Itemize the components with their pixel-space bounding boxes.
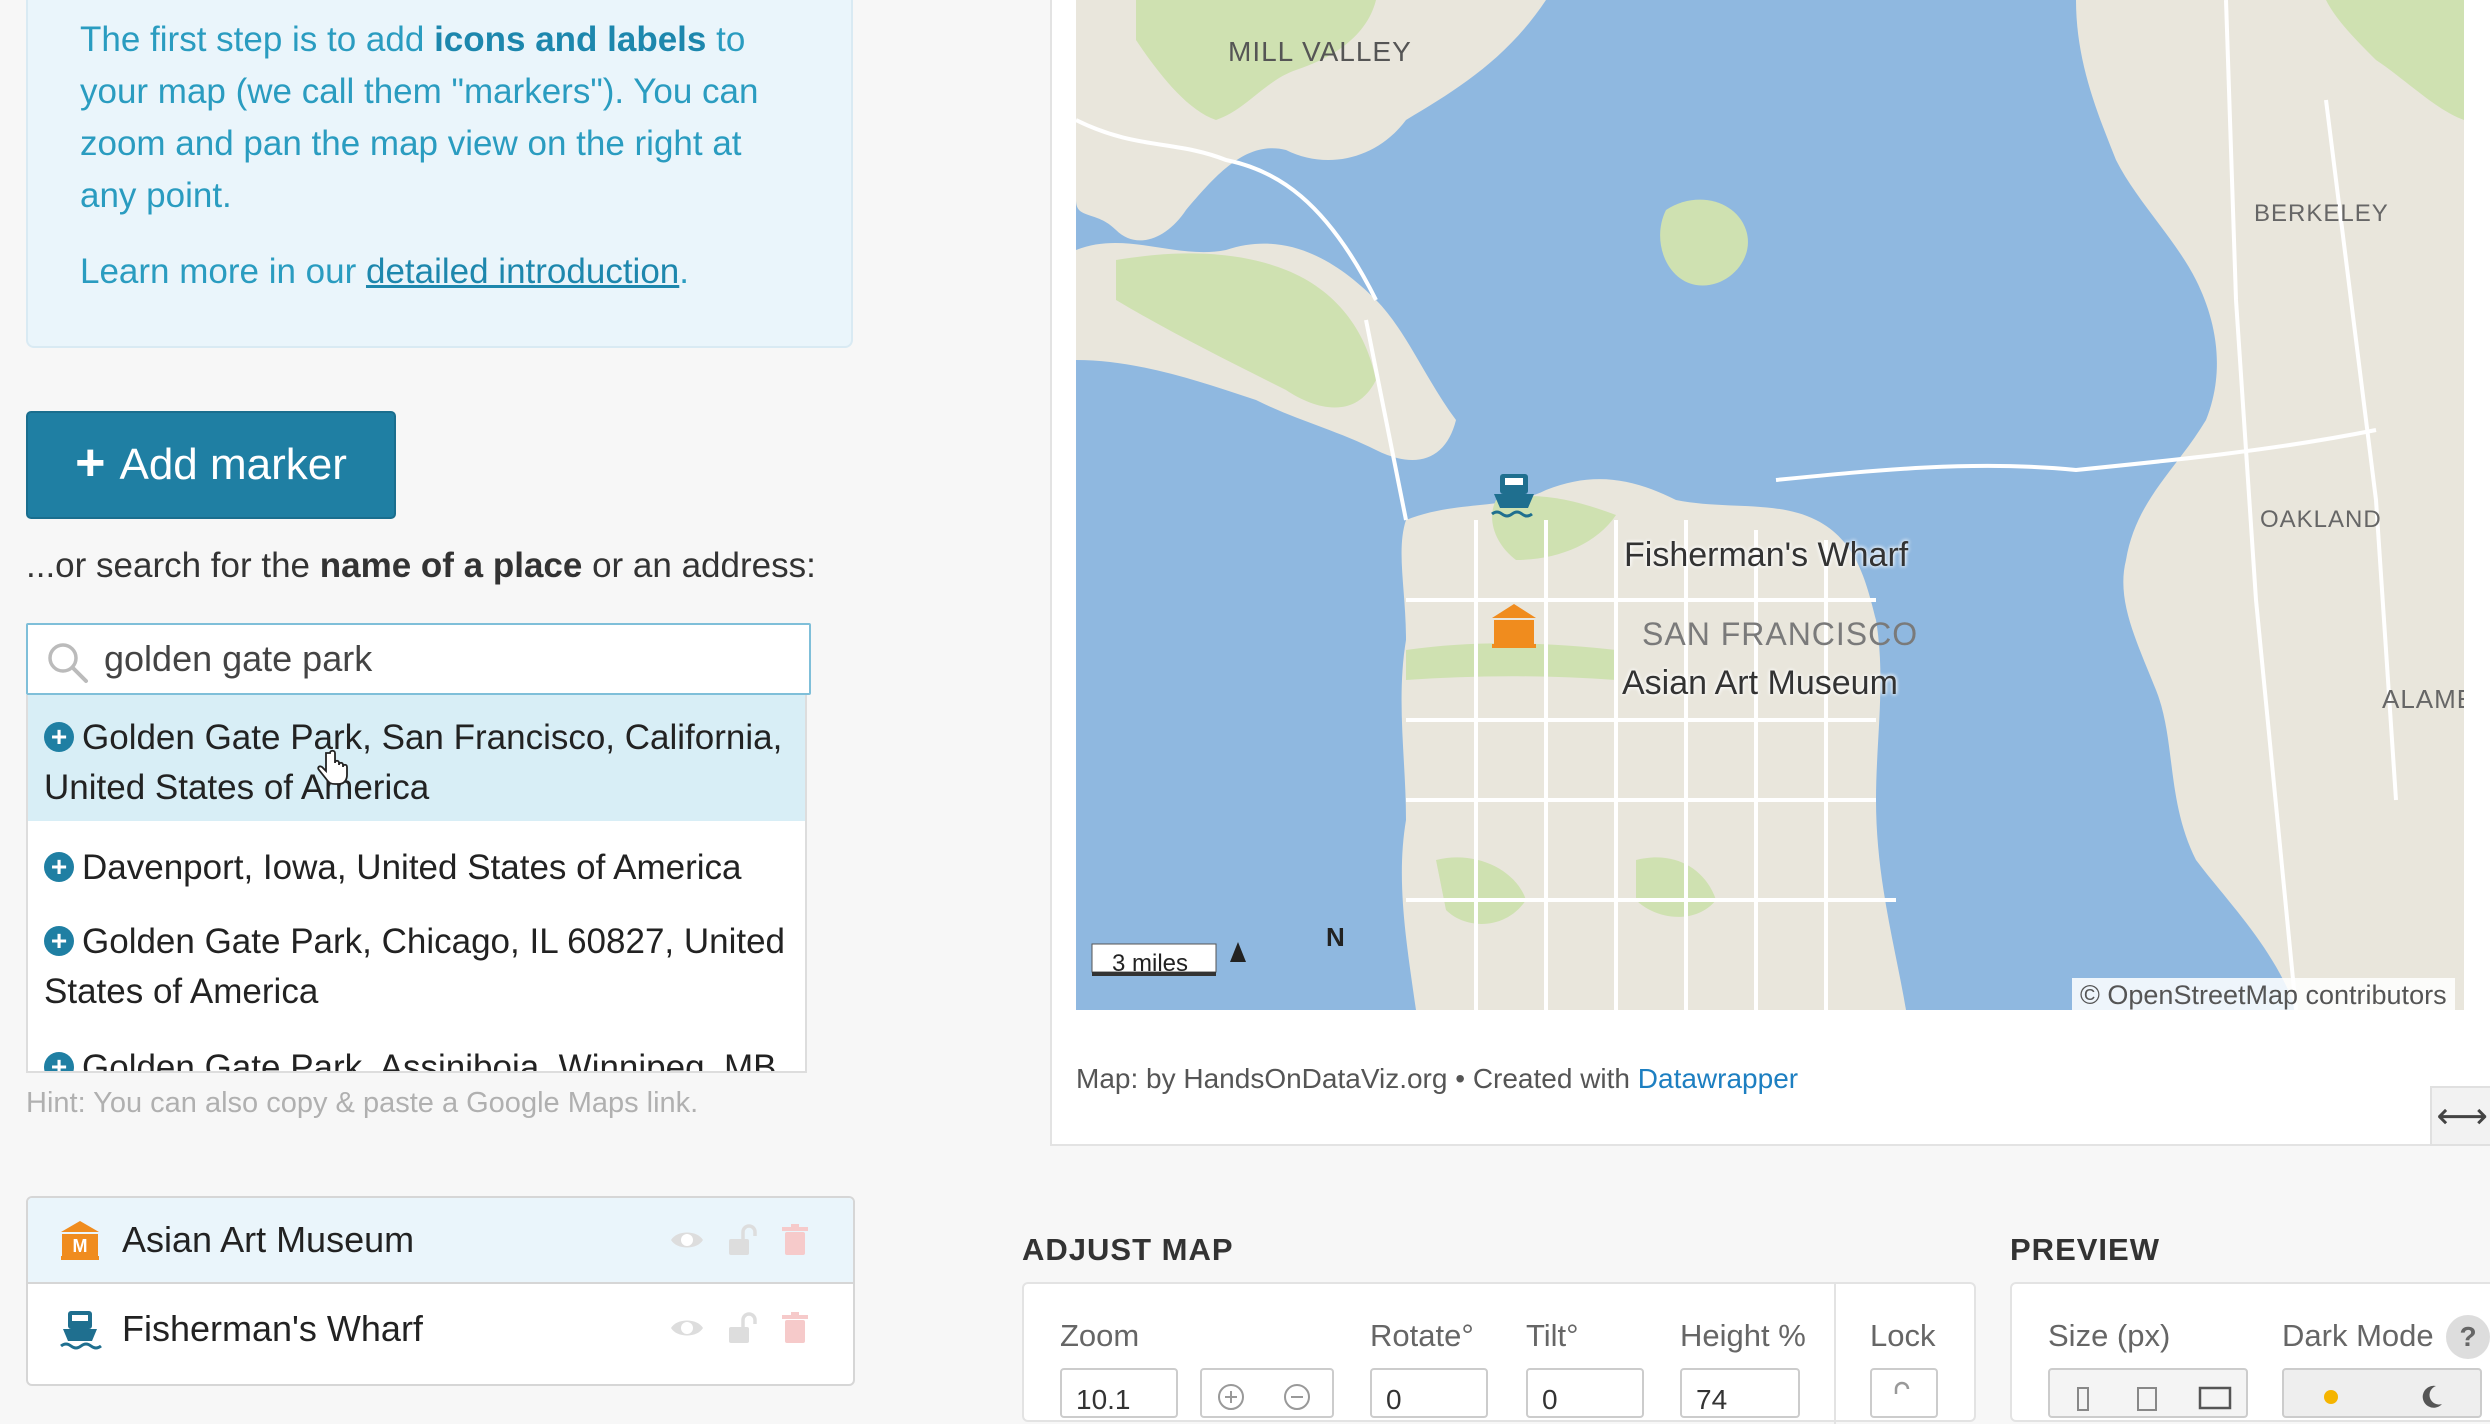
lock-label: Lock [1870, 1318, 1936, 1353]
add-marker-button[interactable]: + Add marker [26, 411, 396, 519]
search-results: + Golden Gate Park, San Francisco, Califo… [26, 695, 807, 1073]
detailed-introduction-link[interactable]: detailed introduction [366, 252, 679, 291]
unlock-icon [1894, 1381, 1910, 1394]
tilt-input[interactable]: 0 [1526, 1368, 1644, 1418]
preview-title: PREVIEW [2010, 1232, 2160, 1267]
marker-item[interactable]: Fisherman's Wharf [28, 1286, 853, 1372]
moon-icon [2422, 1385, 2442, 1408]
map-label-berkeley: BERKELEY [2254, 200, 2389, 227]
museum-icon: M [61, 1221, 99, 1260]
search-result[interactable]: + Golden Gate Park, Chicago, IL 60827, Un… [28, 899, 805, 1023]
marker-item[interactable]: M Asian Art Museum [28, 1198, 853, 1284]
help-icon[interactable]: ? [2446, 1315, 2490, 1359]
map-label-fishermans-wharf: Fisherman's Wharf [1624, 536, 1909, 574]
search-input[interactable]: golden gate park [26, 623, 811, 695]
svg-text:M: M [73, 1236, 88, 1256]
size-label: Size (px) [2048, 1318, 2171, 1353]
plus-icon: + [75, 434, 106, 492]
map-view[interactable]: MILL VALLEY BERKELEY OAKLAND ALAMED SAN … [1076, 0, 2464, 1010]
marker-label: Fisherman's Wharf [122, 1308, 423, 1349]
map-byline: Map: by HandsOnDataViz.org • Created wit… [1076, 1063, 1799, 1094]
zoom-input[interactable]: 10.1 [1060, 1368, 1178, 1418]
height-label: Height % [1680, 1318, 1806, 1353]
zoom-label: Zoom [1060, 1318, 1140, 1353]
zoom-in-icon[interactable] [1216, 1382, 1246, 1412]
lock-toggle[interactable] [1870, 1368, 1938, 1418]
search-query: golden gate park [104, 638, 373, 679]
marker-list: M Asian Art Museum Fisherman's Wharf [26, 1196, 855, 1386]
tablet-icon[interactable] [2134, 1384, 2160, 1414]
search-result[interactable]: + Golden Gate Park, San Francisco, Califo… [28, 695, 805, 821]
height-input[interactable]: 74 [1680, 1368, 1800, 1418]
add-circle-icon: + [44, 851, 74, 882]
search-instruction: ...or search for the name of a place or … [26, 546, 816, 585]
hint-text: Hint: You can also copy & paste a Google… [26, 1087, 699, 1119]
map-label-oakland: OAKLAND [2260, 506, 2382, 533]
resize-icon: ⟷ [2436, 1095, 2488, 1136]
sun-icon [2324, 1390, 2338, 1404]
add-circle-icon: + [44, 721, 74, 752]
search-result[interactable]: + Davenport, Iowa, United States of Ameri… [28, 825, 805, 899]
scale-bar-label: 3 miles [1112, 950, 1189, 977]
rotate-label: Rotate° [1370, 1318, 1474, 1353]
eye-icon[interactable] [669, 1222, 705, 1258]
intro-text: The first step is to add icons and label… [80, 20, 759, 215]
hand-cursor-icon [317, 749, 348, 785]
dark-mode-toggle[interactable] [2282, 1368, 2482, 1418]
eye-icon[interactable] [669, 1310, 705, 1346]
datawrapper-link[interactable]: Datawrapper [1638, 1063, 1798, 1094]
add-marker-label: Add marker [119, 440, 347, 489]
search-result[interactable]: + Golden Gate Park, Assiniboia, Winnipeg,… [28, 1025, 805, 1071]
map-label-asian-art-museum: Asian Art Museum [1622, 664, 1898, 702]
unlock-icon[interactable] [723, 1222, 759, 1258]
map-attribution: © OpenStreetMap contributors [2072, 978, 2455, 1013]
map-label-alameda: ALAMED [2382, 684, 2464, 714]
adjust-map-panel: Zoom 10.1 Rotate° 0 Tilt° 0 Height % 74 … [1022, 1282, 1976, 1424]
add-circle-icon: + [44, 925, 74, 956]
resize-handle[interactable]: ⟷ [2430, 1086, 2490, 1146]
mobile-icon[interactable] [2070, 1384, 2096, 1414]
zoom-out-icon[interactable] [1282, 1382, 1312, 1412]
rotate-input[interactable]: 0 [1370, 1368, 1488, 1418]
dark-mode-label: Dark Mode [2282, 1318, 2434, 1353]
search-icon [48, 643, 88, 683]
map-label-mill-valley: MILL VALLEY [1228, 36, 1412, 67]
preview-panel: Size (px) Dark Mode [2010, 1282, 2490, 1422]
basemap [1076, 0, 2464, 1010]
add-circle-icon: + [44, 1051, 74, 1071]
learn-more-text: Learn more in our detailed introduction. [80, 252, 689, 291]
unlock-icon[interactable] [723, 1310, 759, 1346]
tilt-label: Tilt° [1526, 1318, 1579, 1353]
size-toggle-group [2048, 1368, 2248, 1418]
divider [1834, 1284, 1836, 1424]
marker-label: Asian Art Museum [122, 1219, 415, 1260]
trash-icon[interactable] [777, 1310, 813, 1346]
ferry-icon [60, 1311, 102, 1350]
map-label-san-francisco: SAN FRANCISCO [1642, 616, 1919, 652]
desktop-icon[interactable] [2198, 1384, 2232, 1414]
adjust-map-title: ADJUST MAP [1022, 1232, 1234, 1267]
zoom-buttons [1200, 1368, 1334, 1418]
north-arrow-label: N [1326, 922, 1345, 952]
trash-icon[interactable] [777, 1222, 813, 1258]
